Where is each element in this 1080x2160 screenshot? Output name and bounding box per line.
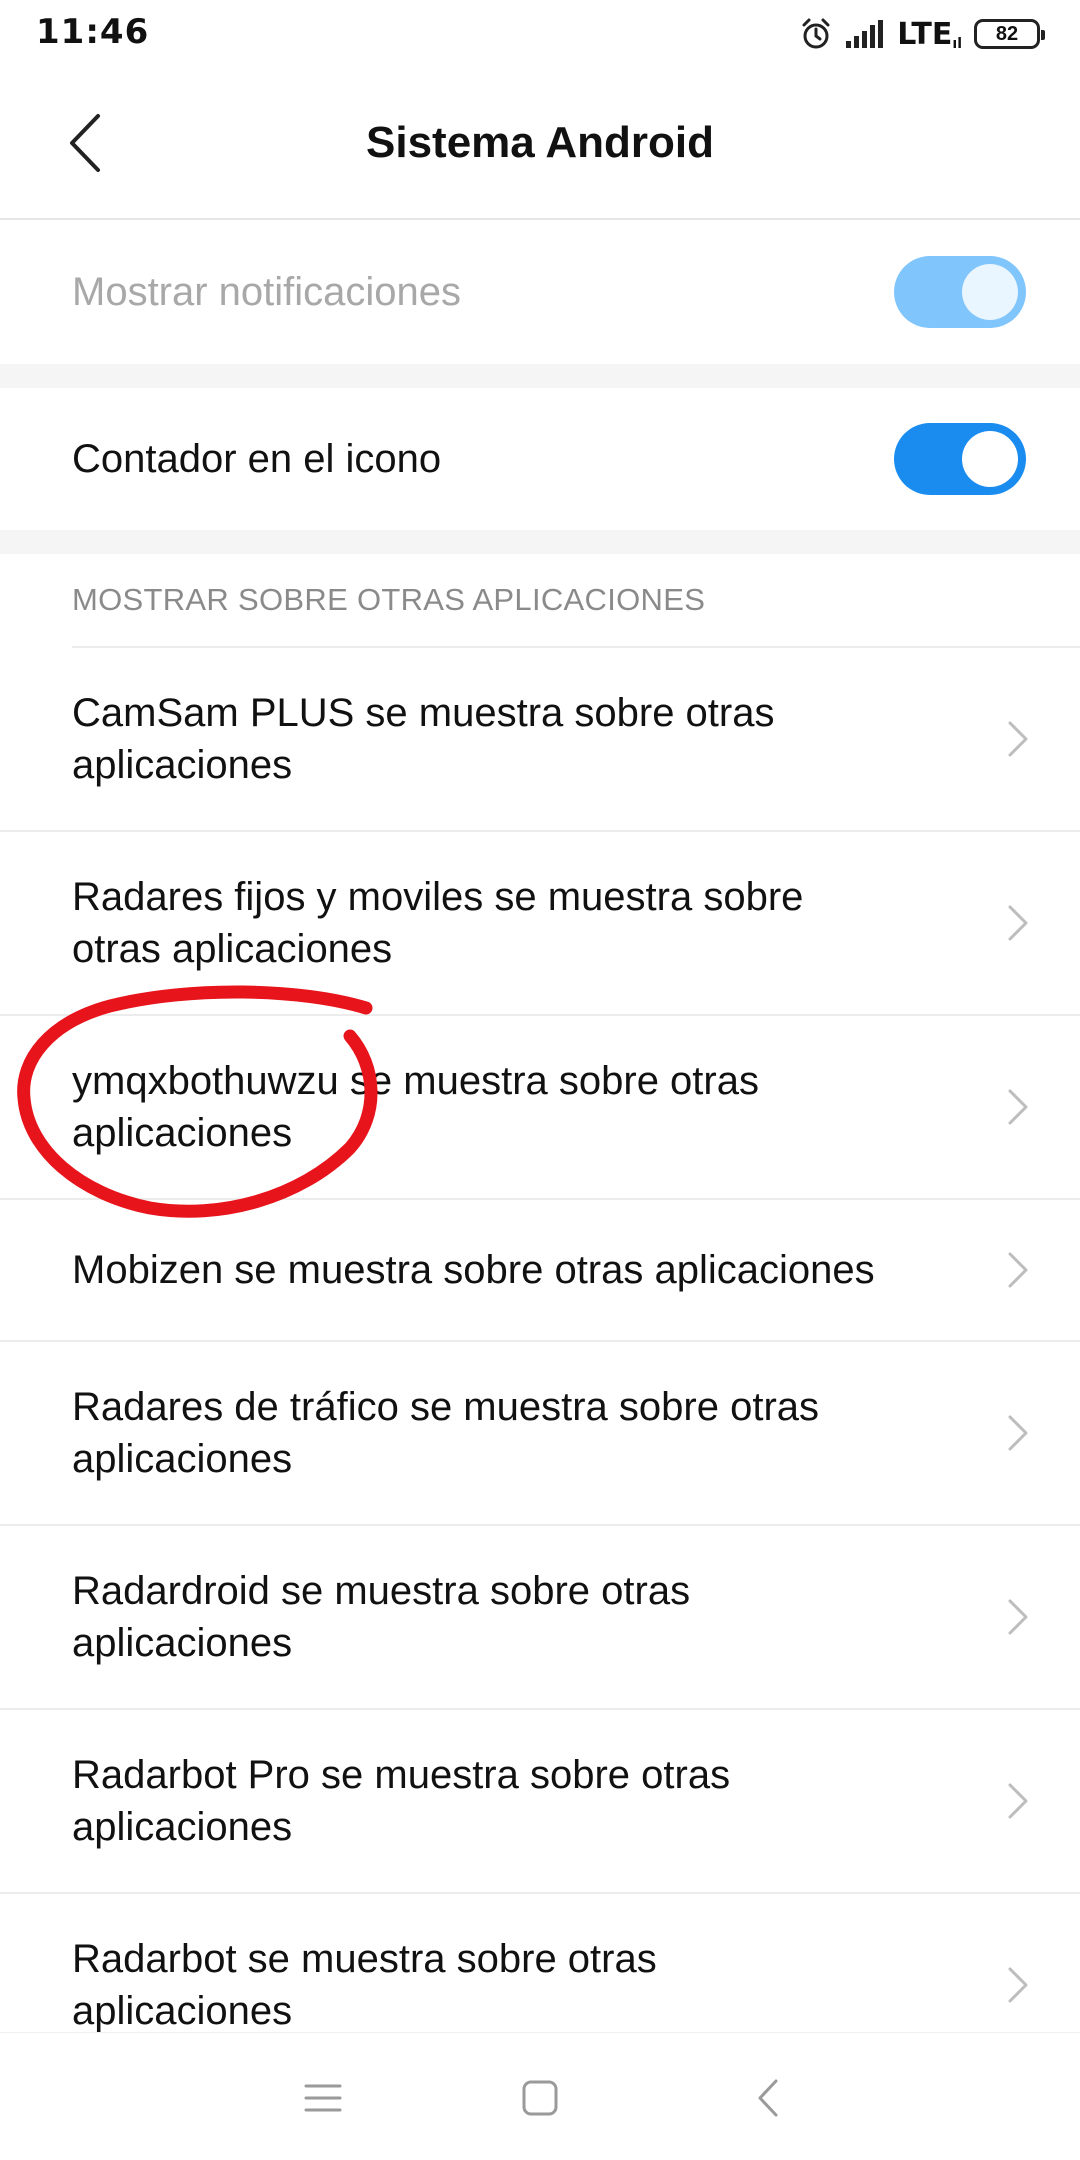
show-notifications-row: Mostrar notificaciones (0, 220, 1080, 364)
item-line-2: aplicaciones (72, 1621, 293, 1665)
network-type: LTEıl (897, 17, 962, 52)
item-line-2: aplicaciones (72, 1989, 293, 2033)
list-item[interactable]: Radares fijos y moviles se muestra sobre… (0, 832, 1080, 1016)
list-item-text: CamSam PLUS se muestra sobre otras aplic… (72, 687, 774, 791)
chevron-right-icon (1008, 1415, 1028, 1451)
status-time: 11:46 (36, 12, 150, 52)
icon-badge-toggle[interactable] (894, 423, 1026, 495)
chevron-right-icon (1008, 1252, 1028, 1288)
item-line-2: otras aplicaciones (72, 927, 393, 971)
list-item[interactable]: Mobizen se muestra sobre otras aplicacio… (0, 1200, 1080, 1342)
list-item[interactable]: Radardroid se muestra sobre otras aplica… (0, 1526, 1080, 1710)
icon-badge-label: Contador en el icono (72, 436, 442, 481)
list-item-text: ymqxbothuwzu se muestra sobre otras apli… (72, 1055, 759, 1159)
list-item-text: Radares de tráfico se muestra sobre otra… (72, 1381, 819, 1485)
item-line-1: Radares fijos y moviles se muestra sobre (72, 875, 804, 919)
item-line-1: CamSam PLUS se muestra sobre otras (72, 691, 775, 735)
app-header: Sistema Android (0, 70, 1080, 220)
item-line-1: Mobizen se muestra sobre otras aplicacio… (72, 1248, 875, 1292)
item-line-1: Radarbot Pro se muestra sobre otras (72, 1753, 731, 1797)
list-item-text: Mobizen se muestra sobre otras aplicacio… (72, 1244, 875, 1296)
item-line-1: ymqxbothuwzu se muestra sobre otras (72, 1059, 759, 1103)
overlay-apps-list: CamSam PLUS se muestra sobre otras aplic… (0, 648, 1080, 2078)
list-item[interactable]: CamSam PLUS se muestra sobre otras aplic… (0, 648, 1080, 832)
icon-badge-row: Contador en el icono (0, 388, 1080, 530)
home-square-icon[interactable] (515, 2073, 565, 2123)
toggle-knob (962, 431, 1018, 487)
chevron-right-icon (1008, 1599, 1028, 1635)
chevron-right-icon (1008, 721, 1028, 757)
list-item-text: Radarbot Pro se muestra sobre otras apli… (72, 1749, 730, 1853)
back-triangle-icon[interactable] (744, 2073, 794, 2123)
toggle-knob (962, 264, 1018, 320)
alarm-icon (802, 18, 830, 49)
screen: 11:46 LTEıl 82 Sistema Android Mostrar n… (0, 0, 1080, 2160)
item-line-1: Radares de tráfico se muestra sobre otra… (72, 1385, 820, 1429)
item-line-2: aplicaciones (72, 743, 293, 787)
battery-level: 82 (995, 23, 1019, 45)
battery-icon: 82 (974, 19, 1045, 49)
network-activity: ıl (952, 35, 962, 52)
item-line-2: aplicaciones (72, 1111, 293, 1155)
item-line-2: aplicaciones (72, 1437, 293, 1481)
list-item-text: Radarbot se muestra sobre otras aplicaci… (72, 1933, 657, 2037)
list-item-text: Radares fijos y moviles se muestra sobre… (72, 871, 803, 975)
status-icons: LTEıl 82 (799, 14, 1045, 54)
chevron-right-icon (1008, 1089, 1028, 1125)
chevron-right-icon (1008, 1783, 1028, 1819)
show-notifications-label: Mostrar notificaciones (72, 269, 462, 314)
page-title: Sistema Android (366, 118, 714, 167)
section-gap (0, 530, 1080, 554)
list-item[interactable]: Radares de tráfico se muestra sobre otra… (0, 1342, 1080, 1526)
item-line-1: Radardroid se muestra sobre otras (72, 1569, 691, 1613)
section-gap (0, 364, 1080, 388)
show-notifications-toggle[interactable] (894, 256, 1026, 328)
signal-icon (846, 20, 884, 48)
item-line-2: aplicaciones (72, 1805, 293, 1849)
list-item-text: Radardroid se muestra sobre otras aplica… (72, 1565, 690, 1669)
list-item[interactable]: Radarbot Pro se muestra sobre otras apli… (0, 1710, 1080, 1894)
list-item[interactable]: ymqxbothuwzu se muestra sobre otras apli… (0, 1016, 1080, 1200)
chevron-right-icon (1008, 1967, 1028, 2003)
item-line-1: Radarbot se muestra sobre otras (72, 1937, 657, 1981)
network-label: LTE (897, 16, 953, 52)
chevron-right-icon (1008, 905, 1028, 941)
status-bar: 11:46 LTEıl 82 (0, 0, 1080, 70)
navigation-bar (0, 2032, 1080, 2160)
menu-icon[interactable] (298, 2073, 348, 2123)
section-title: MOSTRAR SOBRE OTRAS APLICACIONES (72, 582, 706, 617)
